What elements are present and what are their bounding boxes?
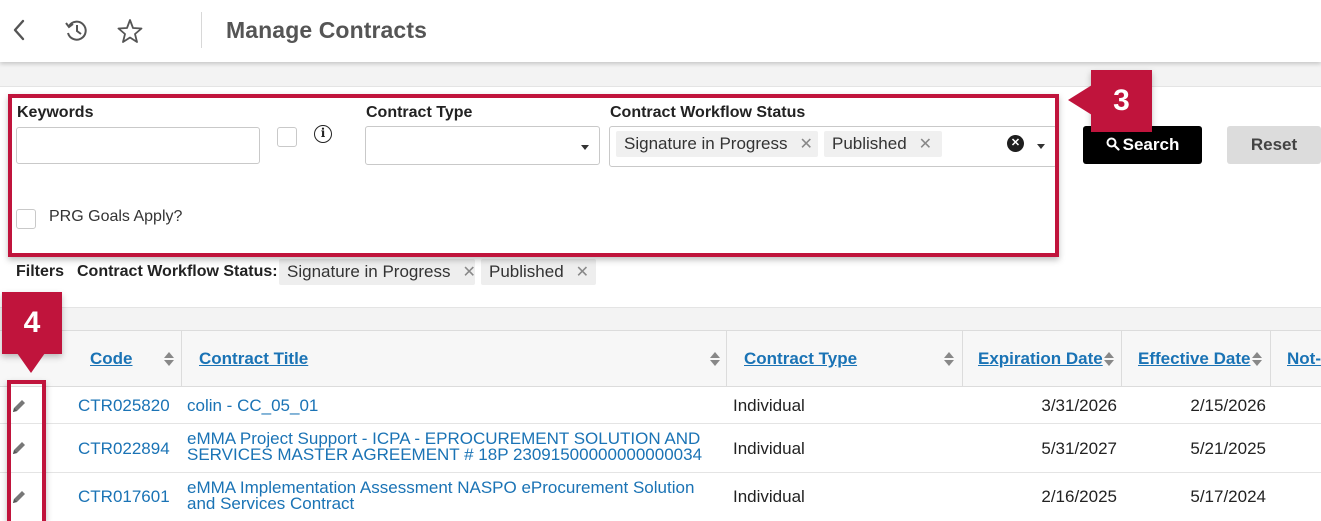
contract-code-link[interactable]: CTR022894	[78, 439, 170, 459]
annotation-pointer	[1068, 85, 1092, 115]
history-icon[interactable]	[63, 17, 91, 50]
table-row: CTR022894 eMMA Project Support - ICPA - …	[0, 424, 1321, 473]
sort-icon[interactable]	[164, 352, 174, 366]
filters-label: Filters	[16, 263, 65, 280]
column-header-expiration[interactable]: Expiration Date	[962, 331, 1121, 387]
column-header-type[interactable]: Contract Type	[726, 331, 962, 387]
column-header-title[interactable]: Contract Title	[181, 331, 726, 387]
annotation-box-filters	[8, 94, 1059, 257]
sort-icon[interactable]	[1104, 352, 1114, 366]
active-filter-chip[interactable]: Signature in Progress ✕	[279, 259, 476, 285]
effective-date-cell: 5/17/2024	[1190, 487, 1266, 506]
remove-chip-icon[interactable]: ✕	[576, 264, 589, 281]
annotation-badge-3: 3	[1091, 70, 1152, 132]
sort-type-link[interactable]: Contract Type	[744, 349, 857, 369]
expiration-date-cell: 2/16/2025	[1041, 487, 1117, 506]
expiration-date-cell: 3/31/2026	[1041, 396, 1117, 415]
column-header-not[interactable]: Not-	[1270, 331, 1321, 387]
column-header-effective[interactable]: Effective Date	[1121, 331, 1270, 387]
sort-effective-link[interactable]: Effective Date	[1138, 349, 1250, 369]
search-icon	[1106, 137, 1120, 151]
annotation-pointer	[17, 353, 45, 373]
contract-code-link[interactable]: CTR025820	[78, 396, 170, 416]
divider	[201, 12, 202, 48]
remove-chip-icon[interactable]: ✕	[462, 264, 475, 281]
expiration-date-cell: 5/31/2027	[1041, 439, 1117, 458]
sort-expiration-link[interactable]: Expiration Date	[978, 349, 1103, 369]
contract-title-link[interactable]: colin - CC_05_01	[187, 396, 318, 416]
table-row: CTR025820 colin - CC_05_01 Individual 3/…	[0, 387, 1321, 424]
table-header: Code Contract Title Contract Type Expira…	[0, 330, 1321, 387]
sort-title-link[interactable]: Contract Title	[199, 349, 308, 369]
sort-icon[interactable]	[944, 352, 954, 366]
active-filter-field: Contract Workflow Status:	[77, 263, 278, 280]
sort-icon[interactable]	[710, 352, 720, 366]
back-icon[interactable]	[10, 17, 30, 48]
annotation-badge-4: 4	[2, 292, 62, 354]
contract-title-link[interactable]: eMMA Project Support - ICPA - EPROCUREME…	[187, 430, 702, 463]
page-title: Manage Contracts	[226, 17, 427, 43]
contract-type-cell: Individual	[733, 487, 805, 506]
contract-title-link[interactable]: eMMA Implementation Assessment NASPO ePr…	[187, 479, 694, 512]
effective-date-cell: 5/21/2025	[1190, 439, 1266, 458]
active-filter-chip[interactable]: Published ✕	[481, 259, 596, 285]
contract-code-link[interactable]: CTR017601	[78, 487, 170, 507]
table-row: CTR017601 eMMA Implementation Assessment…	[0, 473, 1321, 517]
contract-type-cell: Individual	[733, 439, 805, 458]
contract-type-cell: Individual	[733, 396, 805, 415]
effective-date-cell: 2/15/2026	[1190, 396, 1266, 415]
contracts-table: Code Contract Title Contract Type Expira…	[0, 330, 1321, 517]
sort-code-link[interactable]: Code	[90, 349, 133, 369]
top-bar: Manage Contracts	[0, 0, 1321, 62]
star-icon[interactable]	[116, 17, 144, 50]
reset-button[interactable]: Reset	[1227, 126, 1321, 164]
column-header-code[interactable]: Code	[62, 331, 181, 387]
annotation-box-edit	[7, 380, 46, 521]
sort-not-link[interactable]: Not-	[1287, 349, 1321, 369]
sort-icon[interactable]	[1252, 352, 1262, 366]
